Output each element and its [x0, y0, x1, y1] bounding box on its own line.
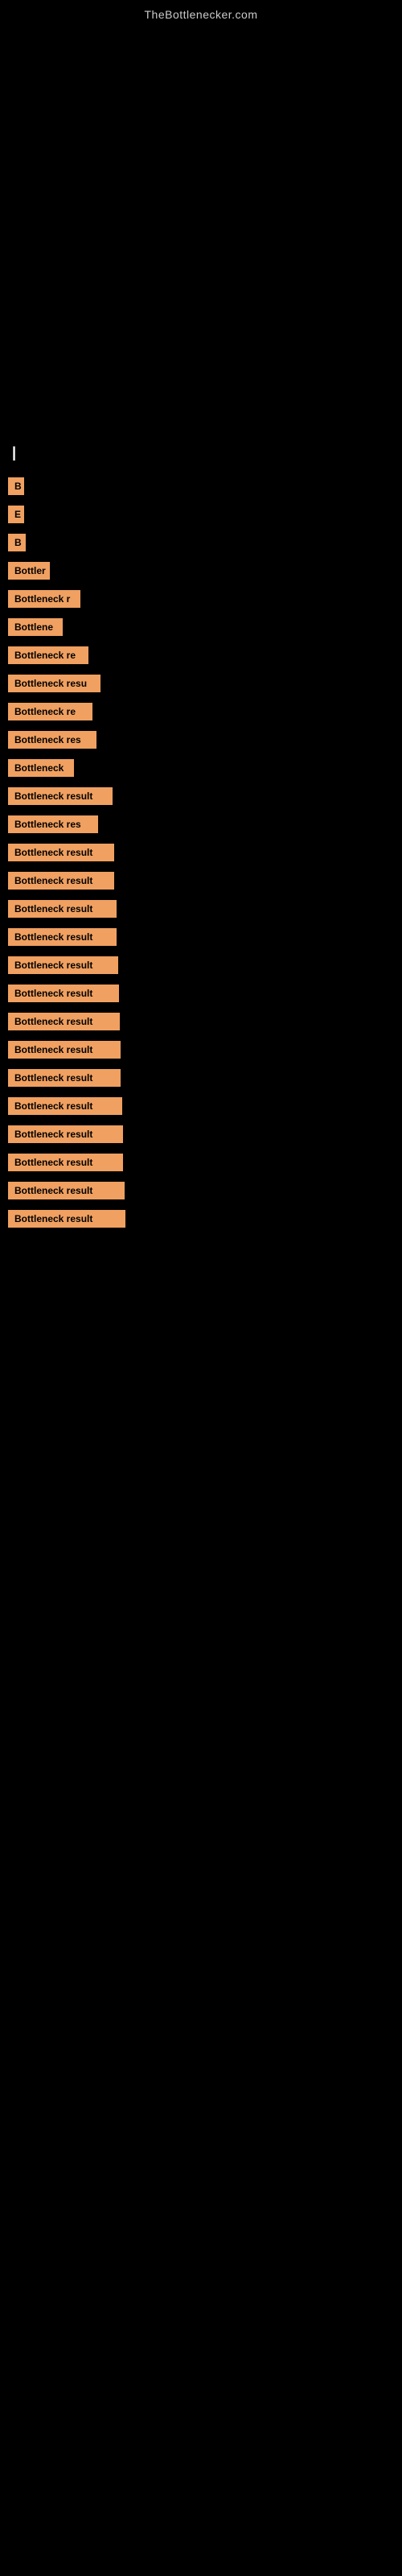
result-bar: Bottleneck result: [8, 787, 113, 805]
result-item: Bottleneck result: [8, 787, 394, 809]
result-item: Bottleneck: [8, 759, 394, 781]
result-item: Bottleneck result: [8, 1125, 394, 1147]
result-bar: Bottleneck re: [8, 646, 88, 664]
result-bar: Bottleneck: [8, 759, 74, 777]
result-bar: B: [8, 534, 26, 551]
result-bar: Bottleneck result: [8, 1097, 122, 1115]
result-bar: Bottleneck result: [8, 1125, 123, 1143]
results-section: | BEB Bottler Bottleneck r Bottlene Bottlene…: [0, 428, 402, 1246]
result-item: Bottleneck result: [8, 1210, 394, 1232]
result-bar: Bottleneck result: [8, 1182, 125, 1199]
result-bar: Bottleneck result: [8, 872, 114, 890]
result-bar: Bottleneck result: [8, 956, 118, 974]
result-bar: E: [8, 506, 24, 523]
section-label: |: [8, 444, 394, 461]
result-item: Bottleneck res: [8, 731, 394, 753]
result-item: Bottleneck result: [8, 872, 394, 894]
result-bar: Bottleneck result: [8, 928, 117, 946]
result-bar: Bottleneck re: [8, 703, 92, 720]
result-item: Bottleneck result: [8, 1097, 394, 1119]
result-item: Bottlene: [8, 618, 394, 640]
result-item: Bottleneck result: [8, 900, 394, 922]
result-item: Bottleneck result: [8, 1041, 394, 1063]
result-bar: Bottlene: [8, 618, 63, 636]
result-item: Bottleneck result: [8, 985, 394, 1006]
site-title: TheBottlenecker.com: [0, 0, 402, 26]
result-bar: Bottleneck result: [8, 1069, 121, 1087]
result-bar: Bottler: [8, 562, 50, 580]
result-bar: Bottleneck result: [8, 1041, 121, 1059]
result-item: Bottleneck result: [8, 956, 394, 978]
result-bar: Bottleneck result: [8, 844, 114, 861]
result-bar: Bottleneck r: [8, 590, 80, 608]
result-item: Bottleneck result: [8, 1013, 394, 1034]
result-item: Bottleneck result: [8, 1069, 394, 1091]
result-item: Bottler: [8, 562, 394, 584]
result-item: Bottleneck result: [8, 928, 394, 950]
result-item: Bottleneck re: [8, 646, 394, 668]
result-item: Bottleneck resu: [8, 675, 394, 696]
result-item: Bottleneck result: [8, 1154, 394, 1175]
result-item: E: [8, 506, 394, 527]
result-item: Bottleneck result: [8, 844, 394, 865]
result-bar: Bottleneck result: [8, 985, 119, 1002]
result-bar: Bottleneck res: [8, 731, 96, 749]
chart-area: [0, 26, 402, 428]
result-bar: Bottleneck res: [8, 815, 98, 833]
result-bar: Bottleneck result: [8, 900, 117, 918]
result-bar: Bottleneck result: [8, 1154, 123, 1171]
result-item: B: [8, 477, 394, 499]
result-item: Bottleneck res: [8, 815, 394, 837]
result-item: B: [8, 534, 394, 555]
result-bar: Bottleneck result: [8, 1210, 125, 1228]
result-item: Bottleneck re: [8, 703, 394, 724]
result-bar: Bottleneck result: [8, 1013, 120, 1030]
result-item: Bottleneck r: [8, 590, 394, 612]
result-bar: B: [8, 477, 24, 495]
result-bar: Bottleneck resu: [8, 675, 100, 692]
site-header: TheBottlenecker.com: [0, 0, 402, 26]
result-item: Bottleneck result: [8, 1182, 394, 1203]
results-container: BEB Bottler Bottleneck r Bottlene Bottleneck…: [8, 477, 394, 1232]
